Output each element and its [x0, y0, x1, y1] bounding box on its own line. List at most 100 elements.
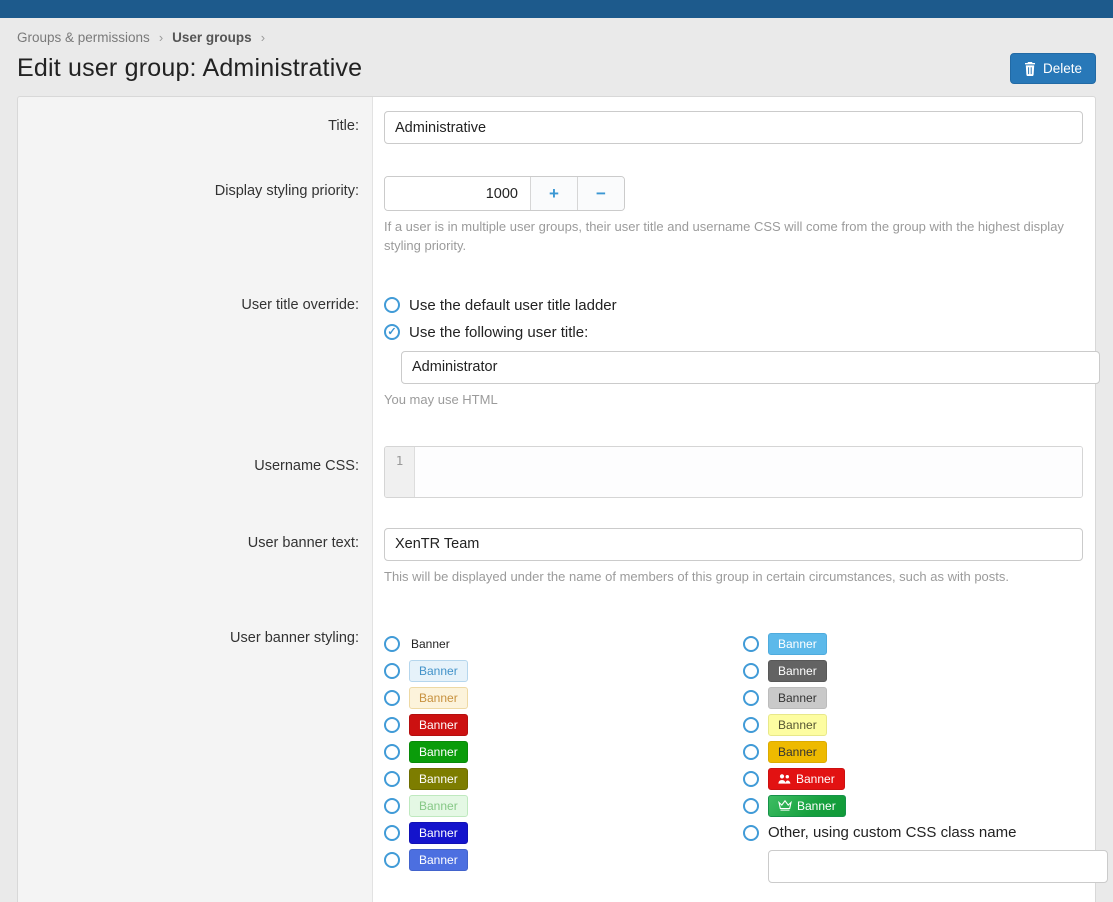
banner-style-cream[interactable]: Banner [409, 687, 468, 709]
banner-chip-label: Banner [778, 719, 817, 731]
username-css-row: Username CSS: 1 [18, 446, 1095, 498]
banner-option[interactable]: Banner [384, 819, 743, 846]
breadcrumb-separator-icon: › [261, 30, 265, 45]
radio-custom-user-title-label[interactable]: Use the following user title: [409, 324, 588, 341]
banner-style-darkblue[interactable]: Banner [409, 822, 468, 844]
banner-style-darkgray[interactable]: Banner [768, 660, 827, 682]
banner-styling-label: User banner styling: [18, 630, 373, 883]
priority-input[interactable] [385, 177, 530, 210]
banner-chip-label: Banner [778, 638, 817, 650]
radio-banner-style-lightblue[interactable] [384, 663, 400, 679]
code-content[interactable] [415, 447, 1082, 497]
banner-style-lightgray[interactable]: Banner [768, 687, 827, 709]
banner-option[interactable]: Banner [743, 738, 1083, 765]
banner-option[interactable]: Banner [743, 684, 1083, 711]
radio-banner-style-staff-red[interactable] [743, 771, 759, 787]
radio-custom-user-title[interactable] [384, 324, 400, 340]
radio-banner-style-gold[interactable] [743, 744, 759, 760]
banner-option[interactable]: Banner [384, 846, 743, 873]
banner-other-label[interactable]: Other, using custom CSS class name [768, 824, 1016, 841]
username-css-label: Username CSS: [18, 446, 373, 498]
banner-option[interactable]: Banner [384, 792, 743, 819]
banner-option[interactable]: Banner [743, 657, 1083, 684]
banner-option-other[interactable]: Other, using custom CSS class name [743, 819, 1083, 846]
title-label: Title: [18, 111, 373, 144]
user-title-input[interactable] [401, 351, 1100, 384]
radio-banner-style-none[interactable] [384, 636, 400, 652]
banner-style-olive[interactable]: Banner [409, 768, 468, 790]
title-row: Title: [18, 111, 1095, 144]
radio-other-css-class[interactable] [743, 825, 759, 841]
page-title: Edit user group: Administrative [17, 54, 362, 83]
banner-style-palegreen[interactable]: Banner [409, 795, 468, 817]
radio-banner-style-royalblue[interactable] [384, 852, 400, 868]
banner-option[interactable]: Banner [384, 684, 743, 711]
banner-options-left: Banner Banner Banner Banner Banner Banner Bann… [384, 630, 743, 883]
banner-chip-label: Banner [419, 854, 458, 866]
user-title-override-label: User title override: [18, 292, 373, 410]
banner-option[interactable]: Banner [384, 630, 743, 657]
banner-option[interactable]: Banner [384, 738, 743, 765]
user-title-option-default[interactable]: Use the default user title ladder [384, 292, 1083, 319]
banner-option[interactable]: Banner [743, 792, 1083, 819]
radio-banner-style-paleyellow[interactable] [743, 717, 759, 733]
banner-options-right: Banner Banner Banner Banner Banner Banner Bann… [743, 630, 1083, 883]
banner-chip-label: Banner [419, 827, 458, 839]
user-title-override-row: User title override: Use the default use… [18, 292, 1095, 410]
banner-style-staff-red[interactable]: Banner [768, 768, 845, 790]
banner-style-gold[interactable]: Banner [768, 741, 827, 763]
page-header: Edit user group: Administrative Delete [17, 53, 1096, 84]
delete-button[interactable]: Delete [1010, 53, 1096, 84]
radio-banner-style-lightgray[interactable] [743, 690, 759, 706]
banner-option[interactable]: Banner [743, 711, 1083, 738]
priority-hint: If a user is in multiple user groups, th… [384, 218, 1083, 256]
radio-default-title-ladder-label[interactable]: Use the default user title ladder [409, 297, 617, 314]
title-input[interactable] [384, 111, 1083, 144]
banner-style-skyblue[interactable]: Banner [768, 633, 827, 655]
banner-style-paleyellow[interactable]: Banner [768, 714, 827, 736]
banner-style-none[interactable]: Banner [409, 634, 452, 654]
code-line-number: 1 [385, 447, 415, 497]
banner-style-green[interactable]: Banner [409, 741, 468, 763]
banner-option[interactable]: Banner [743, 765, 1083, 792]
banner-text-hint: This will be displayed under the name of… [384, 568, 1083, 587]
banner-style-lightblue[interactable]: Banner [409, 660, 468, 682]
radio-banner-style-red[interactable] [384, 717, 400, 733]
trash-icon [1024, 62, 1036, 76]
radio-banner-style-olive[interactable] [384, 771, 400, 787]
custom-css-class-input[interactable] [768, 850, 1108, 883]
priority-decrement-button[interactable]: − [577, 177, 624, 210]
banner-styling-row: User banner styling: BannerBannerBannerB… [18, 630, 1095, 883]
breadcrumb-groups-permissions[interactable]: Groups & permissions [17, 30, 150, 45]
radio-banner-style-cream[interactable] [384, 690, 400, 706]
radio-banner-style-darkgray[interactable] [743, 663, 759, 679]
banner-chip-label: Banner [797, 800, 836, 812]
banner-chip-label: Banner [419, 665, 458, 677]
banner-option[interactable]: Banner [743, 630, 1083, 657]
banner-style-red[interactable]: Banner [409, 714, 468, 736]
banner-option[interactable]: Banner [384, 711, 743, 738]
user-title-option-custom[interactable]: Use the following user title: [384, 319, 1083, 346]
priority-row: Display styling priority: + − If a user … [18, 176, 1095, 256]
radio-banner-style-darkblue[interactable] [384, 825, 400, 841]
banner-chip-label: Banner [778, 665, 817, 677]
banner-style-staff-green[interactable]: Banner [768, 795, 846, 817]
radio-banner-style-green[interactable] [384, 744, 400, 760]
banner-style-royalblue[interactable]: Banner [409, 849, 468, 871]
radio-default-title-ladder[interactable] [384, 297, 400, 313]
radio-banner-style-skyblue[interactable] [743, 636, 759, 652]
banner-option[interactable]: Banner [384, 657, 743, 684]
banner-option[interactable]: Banner [384, 765, 743, 792]
page-container: Groups & permissions › User groups › Edi… [0, 18, 1113, 902]
banner-text-input[interactable] [384, 528, 1083, 561]
breadcrumb-separator-icon: › [159, 30, 163, 45]
breadcrumb-user-groups[interactable]: User groups [172, 30, 252, 45]
username-css-editor[interactable]: 1 [384, 446, 1083, 498]
banner-chip-label: Banner [778, 692, 817, 704]
priority-stepper: + − [384, 176, 625, 211]
edit-group-form: Title: Display styling priority: + − If … [17, 96, 1096, 902]
radio-banner-style-staff-green[interactable] [743, 798, 759, 814]
priority-increment-button[interactable]: + [530, 177, 577, 210]
radio-banner-style-palegreen[interactable] [384, 798, 400, 814]
delete-button-label: Delete [1043, 61, 1082, 76]
